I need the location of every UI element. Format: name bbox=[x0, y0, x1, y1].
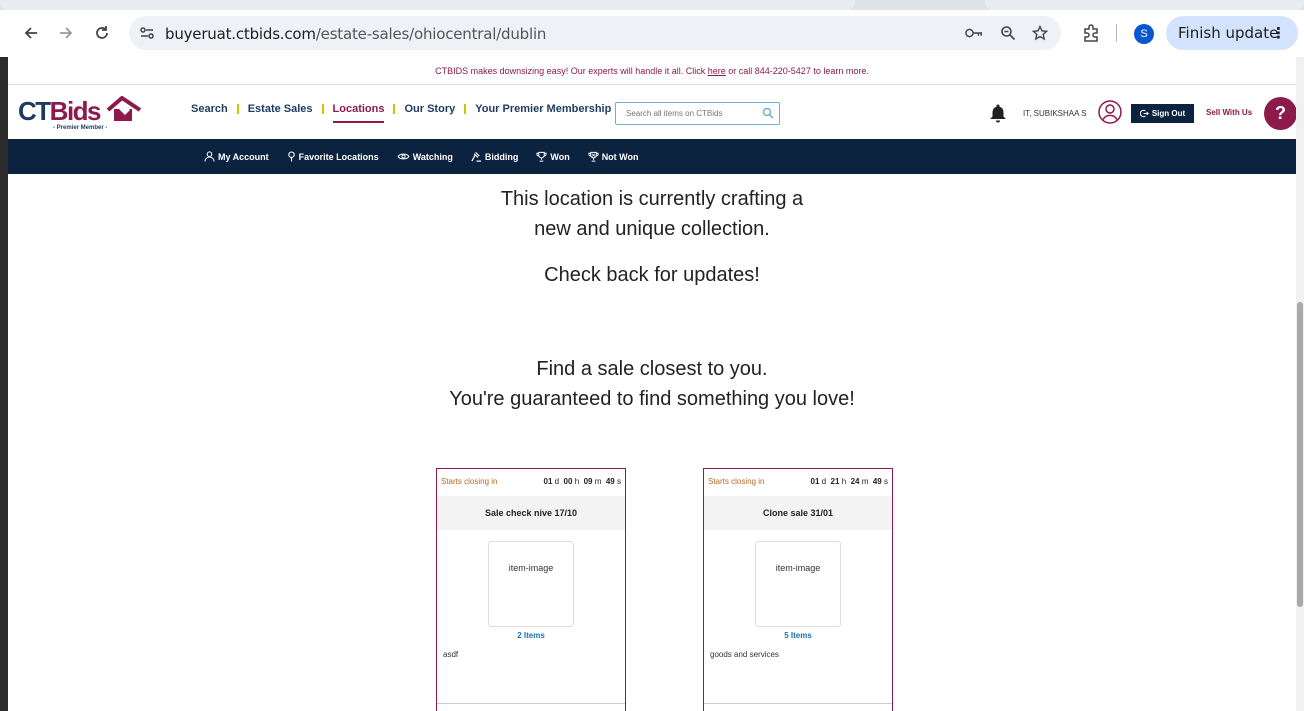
toolbar-divider bbox=[1116, 24, 1117, 42]
password-key-icon[interactable] bbox=[965, 24, 983, 42]
trophy-icon bbox=[536, 151, 547, 162]
subnav-label: My Account bbox=[218, 151, 269, 162]
empty-message-line: new and unique collection. bbox=[534, 218, 770, 240]
finish-update-label: Finish update bbox=[1178, 24, 1279, 42]
back-icon[interactable] bbox=[19, 21, 43, 45]
sale-description: goods and services bbox=[710, 650, 779, 659]
countdown-timer: 01 d 21 h 24 m 49 s bbox=[810, 477, 889, 486]
house-logo-icon bbox=[106, 96, 142, 121]
gavel-icon bbox=[471, 151, 481, 162]
sign-out-label: Sign Out bbox=[1151, 109, 1186, 118]
web-page: CTBIDS makes downsizing easy! Our expert… bbox=[8, 57, 1296, 711]
active-tab[interactable] bbox=[0, 0, 855, 10]
forward-icon[interactable] bbox=[54, 21, 78, 45]
site-search bbox=[615, 102, 780, 125]
nav-divider bbox=[393, 104, 396, 114]
location-pin-icon bbox=[287, 151, 295, 162]
promo-text-after: or call 844-220-5427 to learn more. bbox=[725, 66, 869, 76]
sale-description: asdf bbox=[443, 650, 459, 659]
notification-bell-icon[interactable] bbox=[989, 103, 1007, 123]
sign-out-icon bbox=[1139, 109, 1149, 118]
nav-locations[interactable]: Locations bbox=[332, 103, 384, 123]
browser-toolbar: buyeruat.ctbids.com/estate-sales/ohiocen… bbox=[0, 10, 1304, 57]
subnav-not-won[interactable]: Not Won bbox=[588, 151, 639, 162]
ctbids-logo[interactable]: CTBids - Premier Member - bbox=[18, 96, 144, 132]
site-info-icon[interactable] bbox=[139, 25, 155, 41]
closing-label: Starts closing in bbox=[708, 477, 765, 486]
find-sale-heading: Find a sale closest to you. bbox=[536, 358, 768, 380]
empty-message-line: This location is currently crafting a bbox=[500, 188, 804, 210]
find-sale-subheading: You're guaranteed to find something you … bbox=[449, 388, 855, 410]
bookmark-star-icon[interactable] bbox=[1031, 24, 1049, 42]
subnav-won[interactable]: Won bbox=[536, 151, 570, 162]
sale-card[interactable]: Starts closing in 01 d 21 h 24 m 49 s Cl… bbox=[703, 468, 893, 711]
items-count-link[interactable]: 5 Items bbox=[704, 631, 892, 640]
search-icon[interactable] bbox=[762, 107, 774, 119]
sale-card[interactable]: Starts closing in 01 d 00 h 09 m 49 s Sa… bbox=[436, 468, 626, 711]
sell-with-us-link[interactable]: Sell With Us bbox=[1206, 108, 1252, 117]
finish-update-button[interactable]: Finish update ⋮ bbox=[1166, 16, 1298, 50]
nav-our-story[interactable]: Our Story bbox=[404, 103, 455, 115]
broken-image-alt: item-image bbox=[508, 563, 554, 573]
countdown-timer: 01 d 00 h 09 m 49 s bbox=[543, 477, 622, 486]
item-image[interactable]: item-image bbox=[755, 541, 841, 627]
site-header: CTBids - Premier Member - Search Estate … bbox=[8, 86, 1296, 138]
subnav-label: Favorite Locations bbox=[298, 151, 379, 162]
help-button[interactable]: ? bbox=[1264, 97, 1296, 130]
card-divider bbox=[437, 703, 625, 704]
more-menu-icon[interactable]: ⋮ bbox=[1271, 24, 1286, 42]
subnav-watching[interactable]: Watching bbox=[397, 152, 453, 162]
subnav-label: Not Won bbox=[601, 151, 639, 162]
item-image[interactable]: item-image bbox=[488, 541, 574, 627]
broken-image-alt: item-image bbox=[775, 563, 821, 573]
check-back-message: Check back for updates! bbox=[544, 264, 760, 286]
promo-link[interactable]: here bbox=[708, 66, 726, 76]
sale-title[interactable]: Sale check nive 17/10 bbox=[437, 496, 625, 530]
nav-search[interactable]: Search bbox=[191, 103, 228, 115]
tab-strip bbox=[0, 0, 1304, 10]
sale-title[interactable]: Clone sale 31/01 bbox=[704, 496, 892, 530]
subnav-bidding[interactable]: Bidding bbox=[471, 151, 519, 162]
subnav-label: Bidding bbox=[484, 151, 519, 162]
nav-premier-membership[interactable]: Your Premier Membership bbox=[475, 103, 611, 115]
promo-banner: CTBIDS makes downsizing easy! Our expert… bbox=[8, 57, 1296, 85]
nav-divider bbox=[236, 104, 239, 114]
subnav-favorite-locations[interactable]: Favorite Locations bbox=[287, 151, 379, 162]
sign-out-button[interactable]: Sign Out bbox=[1131, 104, 1194, 123]
zoom-icon[interactable] bbox=[999, 24, 1017, 42]
main-nav: Search Estate Sales Locations Our Story … bbox=[191, 103, 611, 123]
subnav-my-account[interactable]: My Account bbox=[204, 151, 269, 162]
account-subnav: My Account Favorite Locations Watching B… bbox=[8, 139, 1296, 174]
items-count-link[interactable]: 2 Items bbox=[437, 631, 625, 640]
premier-member-tag: - Premier Member - bbox=[53, 125, 108, 131]
address-bar[interactable]: buyeruat.ctbids.com/estate-sales/ohiocen… bbox=[129, 16, 1061, 50]
nav-divider bbox=[464, 104, 467, 114]
card-divider bbox=[704, 703, 892, 704]
subnav-label: Watching bbox=[412, 151, 453, 162]
scrollbar-thumb[interactable] bbox=[1297, 302, 1303, 607]
closing-label: Starts closing in bbox=[441, 477, 498, 486]
extensions-icon[interactable] bbox=[1079, 21, 1103, 45]
trophy-outline-icon bbox=[588, 151, 599, 162]
user-avatar-icon[interactable] bbox=[1098, 100, 1122, 124]
page-scrollbar[interactable] bbox=[1296, 57, 1304, 711]
nav-estate-sales[interactable]: Estate Sales bbox=[248, 103, 313, 115]
profile-avatar[interactable]: S bbox=[1134, 24, 1154, 44]
url-text: buyeruat.ctbids.com/estate-sales/ohiocen… bbox=[165, 25, 547, 43]
subnav-label: Won bbox=[550, 151, 570, 162]
user-name: IT, SUBIKSHAA S bbox=[1023, 109, 1087, 118]
search-input[interactable] bbox=[616, 103, 756, 124]
reload-icon[interactable] bbox=[90, 21, 114, 45]
eye-icon bbox=[397, 153, 410, 160]
person-icon bbox=[204, 151, 215, 162]
nav-divider bbox=[321, 104, 324, 114]
window-edge bbox=[0, 57, 8, 711]
tab[interactable] bbox=[985, 0, 1304, 10]
promo-text: CTBIDS makes downsizing easy! Our expert… bbox=[435, 66, 708, 76]
